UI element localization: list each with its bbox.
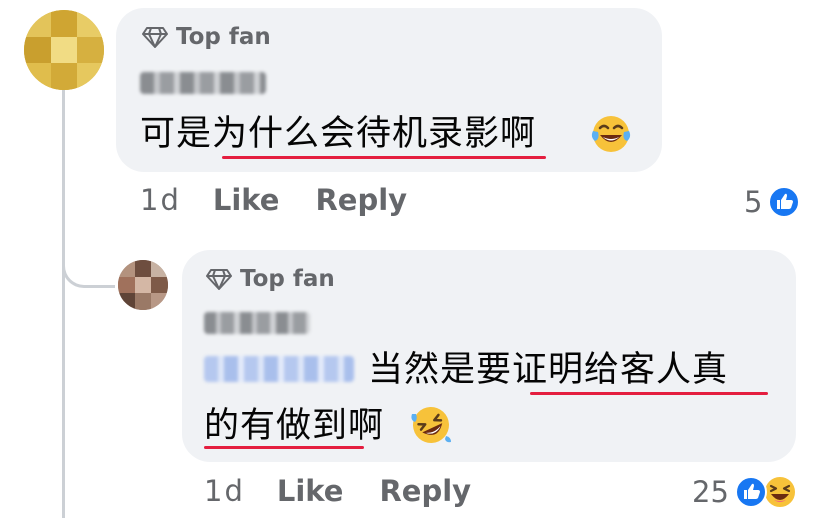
like-button[interactable]: Like xyxy=(213,183,280,217)
comment-bubble: Top fan 可是为什么会待机录影啊 xyxy=(116,8,662,172)
thread-line-vertical xyxy=(62,88,65,518)
reply-bubble: Top fan 当然是要证明给客人真 的有做到啊 xyxy=(182,250,796,462)
like-button[interactable]: Like xyxy=(277,474,344,508)
avatar[interactable] xyxy=(118,260,168,310)
reaction-count: 5 xyxy=(744,185,763,219)
reply-text-line-1: 当然是要证明给客人真 xyxy=(368,350,729,390)
haha-icon xyxy=(762,475,797,509)
like-icon xyxy=(768,186,801,218)
reaction-count: 25 xyxy=(692,475,729,509)
text-underline xyxy=(222,156,546,159)
reaction-summary[interactable]: 25 xyxy=(692,475,797,509)
author-name[interactable] xyxy=(140,72,266,94)
comment-actions: 1d Like Reply xyxy=(140,183,407,217)
like-icon xyxy=(734,476,767,508)
diamond-icon xyxy=(206,269,232,290)
thread-line-branch xyxy=(62,230,115,288)
text-underline xyxy=(204,446,364,449)
reply-text-line-2: 的有做到啊 xyxy=(204,406,385,446)
reply-button[interactable]: Reply xyxy=(315,183,407,217)
rolling-laughing-emoji xyxy=(411,407,451,443)
diamond-icon xyxy=(142,27,168,48)
avatar[interactable] xyxy=(24,10,104,90)
reaction-summary[interactable]: 5 xyxy=(744,185,801,219)
badge-label: Top fan xyxy=(176,24,271,50)
top-fan-badge: Top fan xyxy=(142,24,271,50)
comment-text: 可是为什么会待机录影啊 xyxy=(140,114,537,154)
top-fan-badge: Top fan xyxy=(206,266,335,292)
reply-actions: 1d Like Reply xyxy=(204,474,471,508)
author-name[interactable] xyxy=(204,312,310,334)
laughing-tears-emoji xyxy=(591,116,631,152)
text-underline xyxy=(530,392,768,395)
timestamp[interactable]: 1d xyxy=(140,183,181,217)
timestamp[interactable]: 1d xyxy=(204,474,245,508)
reply-button[interactable]: Reply xyxy=(379,474,471,508)
badge-label: Top fan xyxy=(240,266,335,292)
mention-tag[interactable] xyxy=(204,356,354,382)
